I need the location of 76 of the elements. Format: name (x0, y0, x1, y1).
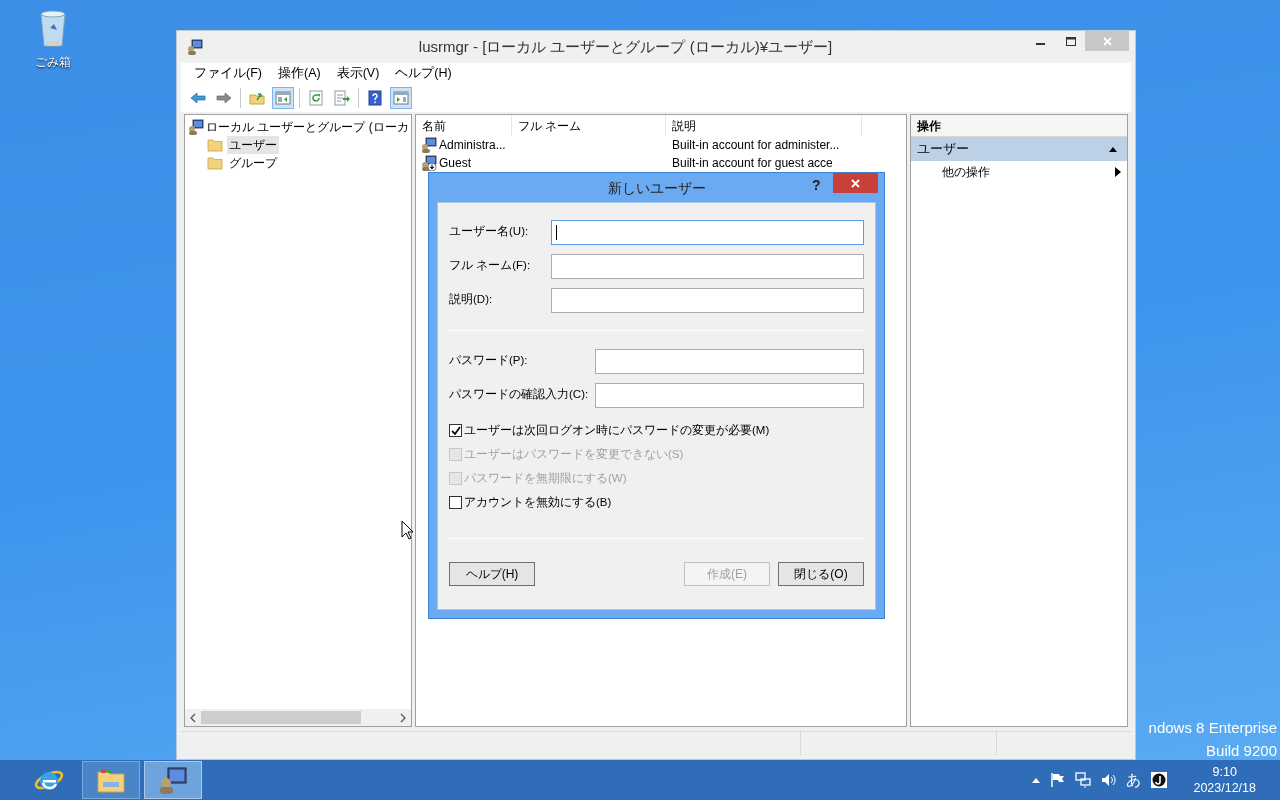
close-icon (850, 178, 860, 188)
menu-item[interactable]: 表示(V) (336, 64, 380, 83)
close-icon (1102, 36, 1112, 46)
flag-icon[interactable] (1050, 772, 1066, 788)
refresh-icon (308, 90, 324, 106)
column-header[interactable]: フル ネーム (512, 115, 666, 136)
field-label: パスワードの確認入力(C): (449, 387, 590, 403)
field-label: 説明(D): (449, 292, 494, 308)
menu-item[interactable]: ファイル(F) (194, 64, 262, 83)
action-section-header[interactable]: ユーザー (911, 137, 1127, 161)
dialog-button[interactable]: ヘルプ(H) (449, 562, 535, 586)
input-field[interactable] (551, 219, 864, 245)
checkbox-label: アカウントを無効にする(B) (464, 494, 612, 510)
forward-arrow-icon (216, 90, 232, 106)
maximize-icon[interactable] (1066, 37, 1076, 46)
tree-item[interactable]: ユーザー (227, 136, 279, 154)
checkbox[interactable] (449, 424, 462, 437)
menu-item[interactable]: ヘルプ(H) (395, 64, 452, 83)
help-button[interactable]: ? (812, 175, 821, 196)
ime-mode-indicator[interactable]: あ (1126, 768, 1142, 792)
column-header[interactable]: 名前 (416, 115, 512, 136)
folder-up-icon (249, 90, 265, 106)
taskbar-clock[interactable]: 9:10 2023/12/18 (1193, 764, 1256, 796)
app-icon[interactable] (187, 39, 203, 55)
table-cell-text: Guest (439, 155, 471, 172)
table-cell-text: Built-in account for administer... (671, 137, 840, 154)
help-icon (367, 90, 383, 106)
tree-item[interactable]: ローカル ユーザーとグループ (ローカ (206, 118, 409, 136)
back-arrow-icon (190, 90, 206, 106)
action-pane-icon (393, 90, 409, 106)
input-field[interactable] (551, 287, 864, 313)
close-button[interactable] (832, 173, 878, 193)
speaker-icon[interactable] (1101, 772, 1117, 788)
checkbox-label: ユーザーは次回ログオン時にパスワードの変更が必要(M) (464, 422, 770, 438)
horizontal-scrollbar[interactable] (185, 709, 411, 726)
action-item[interactable]: 他の操作 (911, 161, 1127, 183)
column-header[interactable]: 説明 (666, 115, 862, 136)
recycle-bin-icon[interactable] (37, 8, 69, 50)
dialog-button[interactable]: 閉じる(O) (778, 562, 864, 586)
dialog-title: 新しいユーザー (606, 180, 707, 198)
field-label: パスワード(P): (449, 353, 529, 369)
taskbar-button[interactable] (82, 761, 140, 799)
network-icon[interactable] (1075, 772, 1092, 788)
tree-item[interactable]: グループ (227, 154, 279, 172)
pane-header: 操作 (911, 115, 1127, 137)
edition-text: Build 9200 (1206, 741, 1277, 761)
check-icon (450, 426, 461, 435)
window-title: lusrmgr - [ローカル ユーザーとグループ (ローカル)¥ユーザー] (417, 36, 834, 57)
folder-icon (207, 137, 223, 153)
input-field[interactable] (551, 253, 864, 279)
computer-icon (188, 119, 204, 135)
menu-item[interactable]: 操作(A) (277, 64, 321, 83)
folder-icon (207, 155, 223, 171)
table-cell-text: Administra... (439, 137, 506, 154)
checkbox[interactable] (449, 496, 462, 509)
checkbox-label: ユーザーはパスワードを変更できない(S) (464, 446, 684, 463)
text-cursor (556, 224, 557, 240)
collapse-icon[interactable] (1109, 145, 1117, 153)
user-management-icon (157, 764, 189, 796)
toolbar-button[interactable] (331, 87, 353, 109)
input-method-icon[interactable] (1151, 772, 1168, 788)
scroll-left-icon[interactable] (190, 712, 196, 723)
input-field[interactable] (595, 382, 864, 408)
table-cell-text: Built-in account for guest acce (671, 155, 833, 172)
pane-toggle-icon (275, 90, 291, 106)
submenu-arrow-icon (1115, 167, 1121, 177)
taskbar-button[interactable] (144, 761, 202, 799)
show-hidden-icons-icon[interactable] (1032, 777, 1041, 783)
checkbox-label: パスワードを無期限にする(W) (464, 470, 627, 486)
edition-text: ndows 8 Enterprise (1148, 718, 1277, 738)
field-label: ユーザー名(U): (449, 224, 530, 240)
scroll-right-icon[interactable] (400, 712, 406, 723)
scrollbar-thumb[interactable] (201, 711, 361, 724)
input-field[interactable] (595, 348, 864, 374)
field-label: フル ネーム(F): (449, 258, 532, 274)
export-list-icon (334, 90, 350, 106)
